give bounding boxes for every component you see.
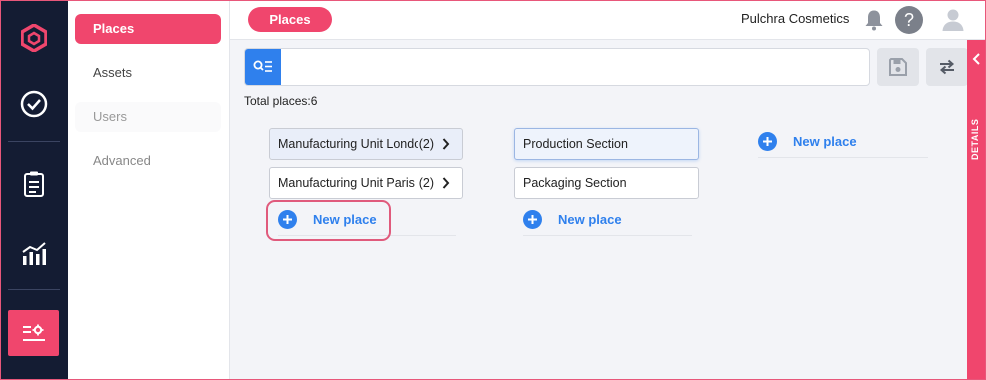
svg-text:?: ? bbox=[904, 10, 914, 30]
chevron-right-icon[interactable] bbox=[442, 129, 450, 159]
place-name: Packaging Section bbox=[523, 176, 627, 190]
place-name: Manufacturing Unit Paris bbox=[278, 176, 415, 190]
rail-divider bbox=[8, 141, 60, 142]
swap-icon[interactable] bbox=[926, 48, 968, 86]
logo-hexagon-icon[interactable] bbox=[14, 18, 54, 58]
help-icon[interactable]: ? bbox=[894, 5, 924, 35]
places-workspace: Total places:6 Manufacturing Unit London… bbox=[230, 40, 968, 380]
bell-icon[interactable] bbox=[859, 5, 889, 35]
user-avatar-icon[interactable] bbox=[938, 5, 968, 35]
plus-circle-icon bbox=[758, 132, 777, 151]
place-name: Production Section bbox=[523, 137, 628, 151]
focus-highlight bbox=[266, 200, 391, 241]
place-item[interactable]: Packaging Section bbox=[514, 167, 699, 199]
total-places-count: Total places:6 bbox=[244, 94, 318, 108]
save-button[interactable] bbox=[877, 48, 919, 86]
details-panel-tab[interactable]: DETAILS bbox=[967, 40, 986, 380]
place-name: Manufacturing Unit London bbox=[278, 137, 418, 151]
settings-sliders-icon[interactable] bbox=[8, 310, 59, 356]
rail-divider bbox=[8, 289, 60, 290]
place-item[interactable]: Manufacturing Unit London (2) bbox=[269, 128, 463, 160]
search-bar bbox=[244, 48, 870, 86]
subnav-item-places[interactable]: Places bbox=[75, 14, 221, 44]
subnav-item-users[interactable]: Users bbox=[75, 102, 221, 132]
company-name: Pulchra Cosmetics bbox=[741, 11, 850, 26]
settings-subnav: Places Assets Users Advanced bbox=[68, 0, 230, 380]
new-place-label: New place bbox=[558, 212, 622, 227]
plus-circle-icon bbox=[523, 210, 542, 229]
search-input[interactable] bbox=[285, 51, 855, 83]
details-label: DETAILS bbox=[970, 118, 980, 160]
search-filter-icon[interactable] bbox=[245, 49, 281, 85]
place-item[interactable]: Manufacturing Unit Paris (2) bbox=[269, 167, 463, 199]
new-place-label: New place bbox=[793, 134, 857, 149]
new-place-button[interactable]: New place bbox=[523, 204, 692, 236]
place-item-selected[interactable]: Production Section bbox=[514, 128, 699, 160]
app-rail bbox=[0, 0, 68, 380]
child-count: (2) bbox=[418, 137, 434, 151]
breadcrumb-places[interactable]: Places bbox=[248, 7, 332, 32]
child-count: (2) bbox=[418, 176, 434, 190]
subnav-item-advanced[interactable]: Advanced bbox=[75, 146, 221, 176]
chevron-left-icon[interactable] bbox=[972, 52, 981, 70]
new-place-button[interactable]: New place bbox=[758, 126, 928, 158]
top-header: Places Pulchra Cosmetics ? bbox=[230, 0, 986, 40]
analytics-chart-icon[interactable] bbox=[14, 234, 54, 274]
check-circle-icon[interactable] bbox=[14, 84, 54, 124]
subnav-item-assets[interactable]: Assets bbox=[75, 58, 221, 88]
chevron-right-icon[interactable] bbox=[442, 168, 450, 198]
clipboard-list-icon[interactable] bbox=[14, 164, 54, 204]
